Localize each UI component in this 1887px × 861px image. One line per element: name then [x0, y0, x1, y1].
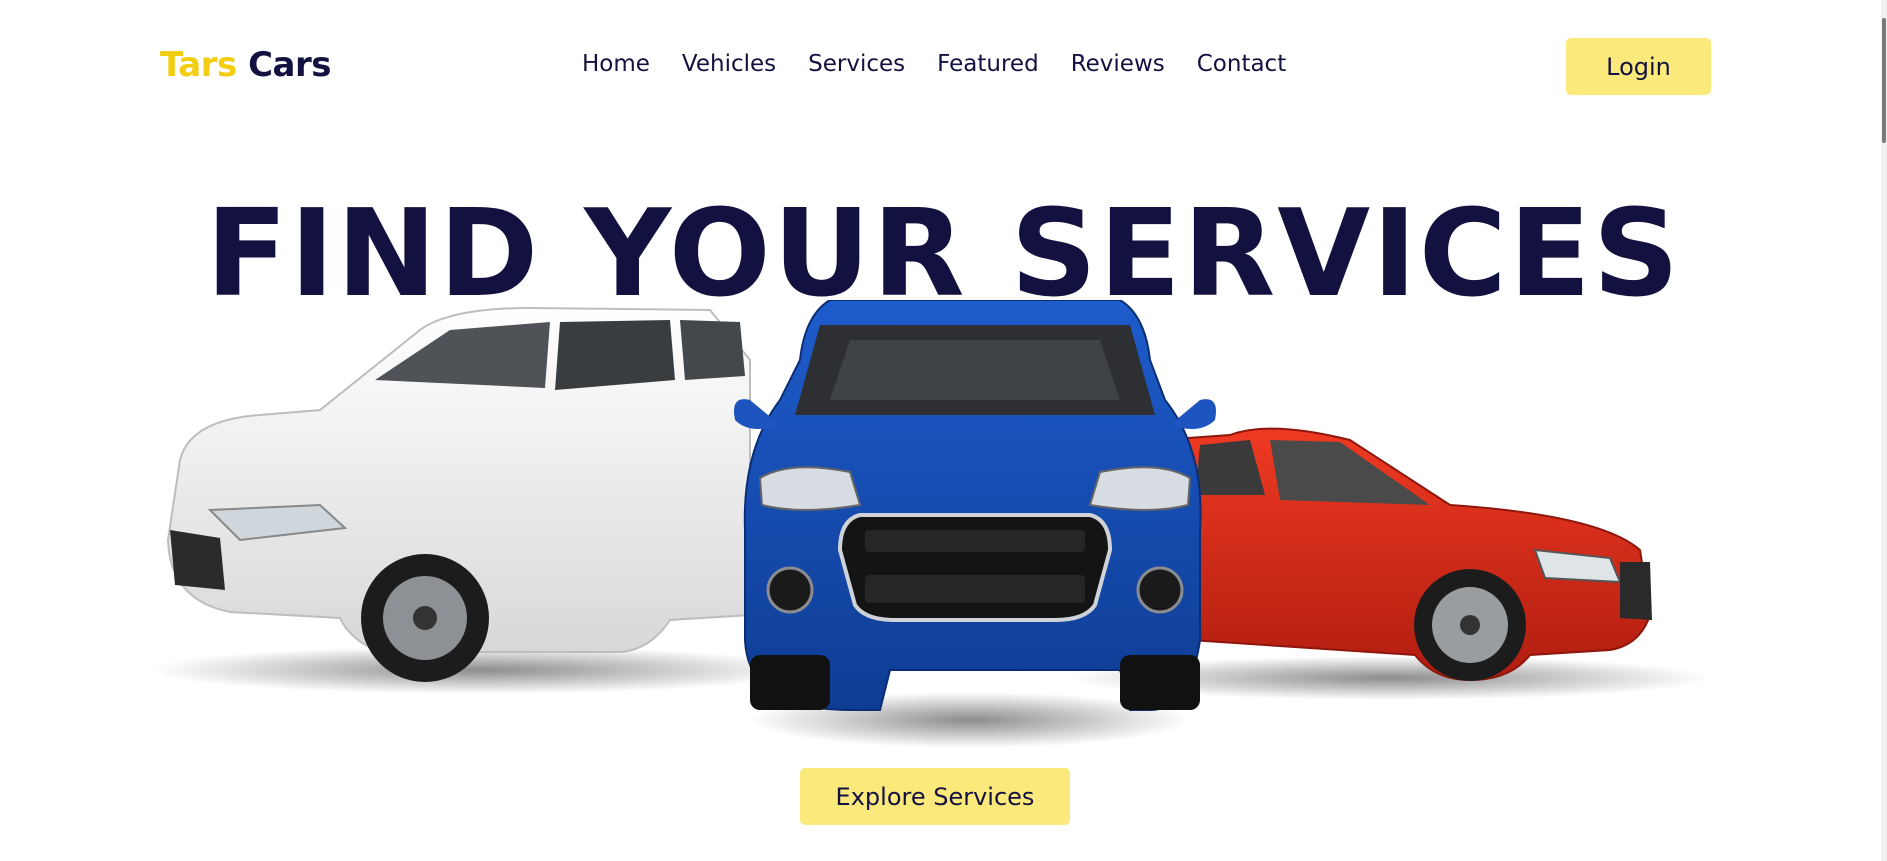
- explore-services-button[interactable]: Explore Services: [800, 768, 1070, 825]
- white-suv: [166, 306, 751, 682]
- nav-link-contact[interactable]: Contact: [1197, 51, 1286, 77]
- nav-link-vehicles[interactable]: Vehicles: [682, 51, 776, 77]
- brand-logo[interactable]: Tars Cars: [160, 45, 332, 85]
- page-scrollbar[interactable]: [1881, 0, 1887, 861]
- brand-name-second: Cars: [248, 45, 332, 85]
- nav-link-services[interactable]: Services: [808, 51, 905, 77]
- scrollbar-thumb[interactable]: [1882, 18, 1886, 143]
- nav-link-home[interactable]: Home: [582, 51, 650, 77]
- nav-link-reviews[interactable]: Reviews: [1071, 51, 1165, 77]
- hero-title: FIND YOUR SERVICES: [205, 185, 1682, 324]
- hero-cars-image: [150, 300, 1710, 748]
- brand-name-first: Tars: [160, 45, 237, 85]
- main-nav: Home Vehicles Services Featured Reviews …: [582, 51, 1286, 77]
- blue-suv: [734, 300, 1216, 711]
- site-header: Tars Cars Home Vehicles Services Feature…: [0, 0, 1887, 134]
- nav-link-featured[interactable]: Featured: [937, 51, 1039, 77]
- login-button[interactable]: Login: [1566, 38, 1711, 95]
- red-sedan: [1159, 427, 1652, 682]
